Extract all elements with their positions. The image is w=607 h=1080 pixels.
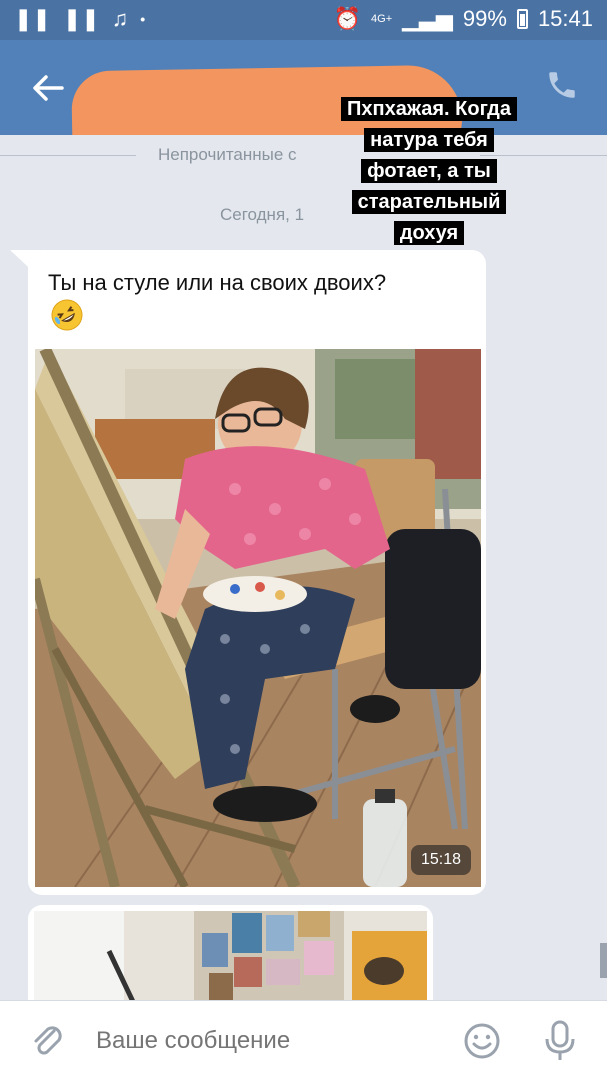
- chat-area[interactable]: Непрочитанные с Сегодня, 1 Ты на стуле и…: [0, 135, 607, 1000]
- smile-icon: [464, 1023, 500, 1059]
- photo-time: 15:18: [410, 845, 471, 875]
- signal-icon: ▁▃▅: [402, 6, 453, 31]
- attach-button[interactable]: [28, 1021, 68, 1061]
- arrow-left-icon: [33, 75, 64, 101]
- paperclip-icon: [34, 1026, 62, 1055]
- date-label: Сегодня, 1: [220, 205, 305, 224]
- alarm-icon: ⏰: [333, 6, 362, 31]
- rolling-on-floor-laughing-emoji: [51, 299, 83, 331]
- message-text: Ты на стуле или на своих двоих?: [48, 270, 387, 295]
- story-caption: Пхпхажая. Когда натура тебя фотает, а ты…: [314, 94, 544, 249]
- message-photo[interactable]: 15:18: [35, 349, 481, 887]
- voice-button[interactable]: [540, 1019, 580, 1063]
- divider-line: [0, 155, 136, 156]
- caption-line: натура тебя: [364, 128, 494, 152]
- microphone-icon: [545, 1020, 575, 1060]
- status-time: 15:41: [537, 6, 593, 31]
- network-indicator: 4G+: [371, 12, 393, 25]
- message-bubble[interactable]: [28, 905, 433, 1000]
- notification-icon: ❚❚: [62, 6, 100, 31]
- photo-image: [34, 911, 427, 1000]
- caption-line: дохуя: [393, 221, 465, 245]
- back-button[interactable]: [28, 68, 68, 108]
- notification-icon: ❚❚: [14, 6, 51, 31]
- call-button[interactable]: [545, 68, 585, 108]
- music-icon: ♫: [111, 6, 129, 31]
- battery-percent: 99%: [462, 6, 507, 31]
- message-input-bar: [0, 1000, 607, 1080]
- phone-icon: [549, 72, 575, 98]
- status-right: ⏰ 4G+ ▁▃▅ 99% 15:41: [334, 6, 593, 32]
- sticker-button[interactable]: [462, 1021, 502, 1061]
- scrollbar-thumb[interactable]: [600, 943, 607, 978]
- status-bar: ❚❚ ❚❚ ♫ • ⏰ 4G+ ▁▃▅ 99% 15:41: [0, 0, 607, 40]
- message-photo[interactable]: [34, 911, 427, 1000]
- dot-icon: •: [140, 11, 146, 27]
- caption-line: фотает, а ты: [361, 159, 497, 183]
- unread-label: Непрочитанные с: [158, 145, 297, 164]
- caption-line: Пхпхажая. Когда: [341, 97, 517, 121]
- photo-image: [35, 349, 481, 887]
- message-input[interactable]: [96, 1023, 436, 1059]
- battery-icon: [516, 9, 528, 29]
- caption-line: старательный: [351, 190, 507, 214]
- status-left-icons: ❚❚ ❚❚ ♫ •: [14, 6, 145, 32]
